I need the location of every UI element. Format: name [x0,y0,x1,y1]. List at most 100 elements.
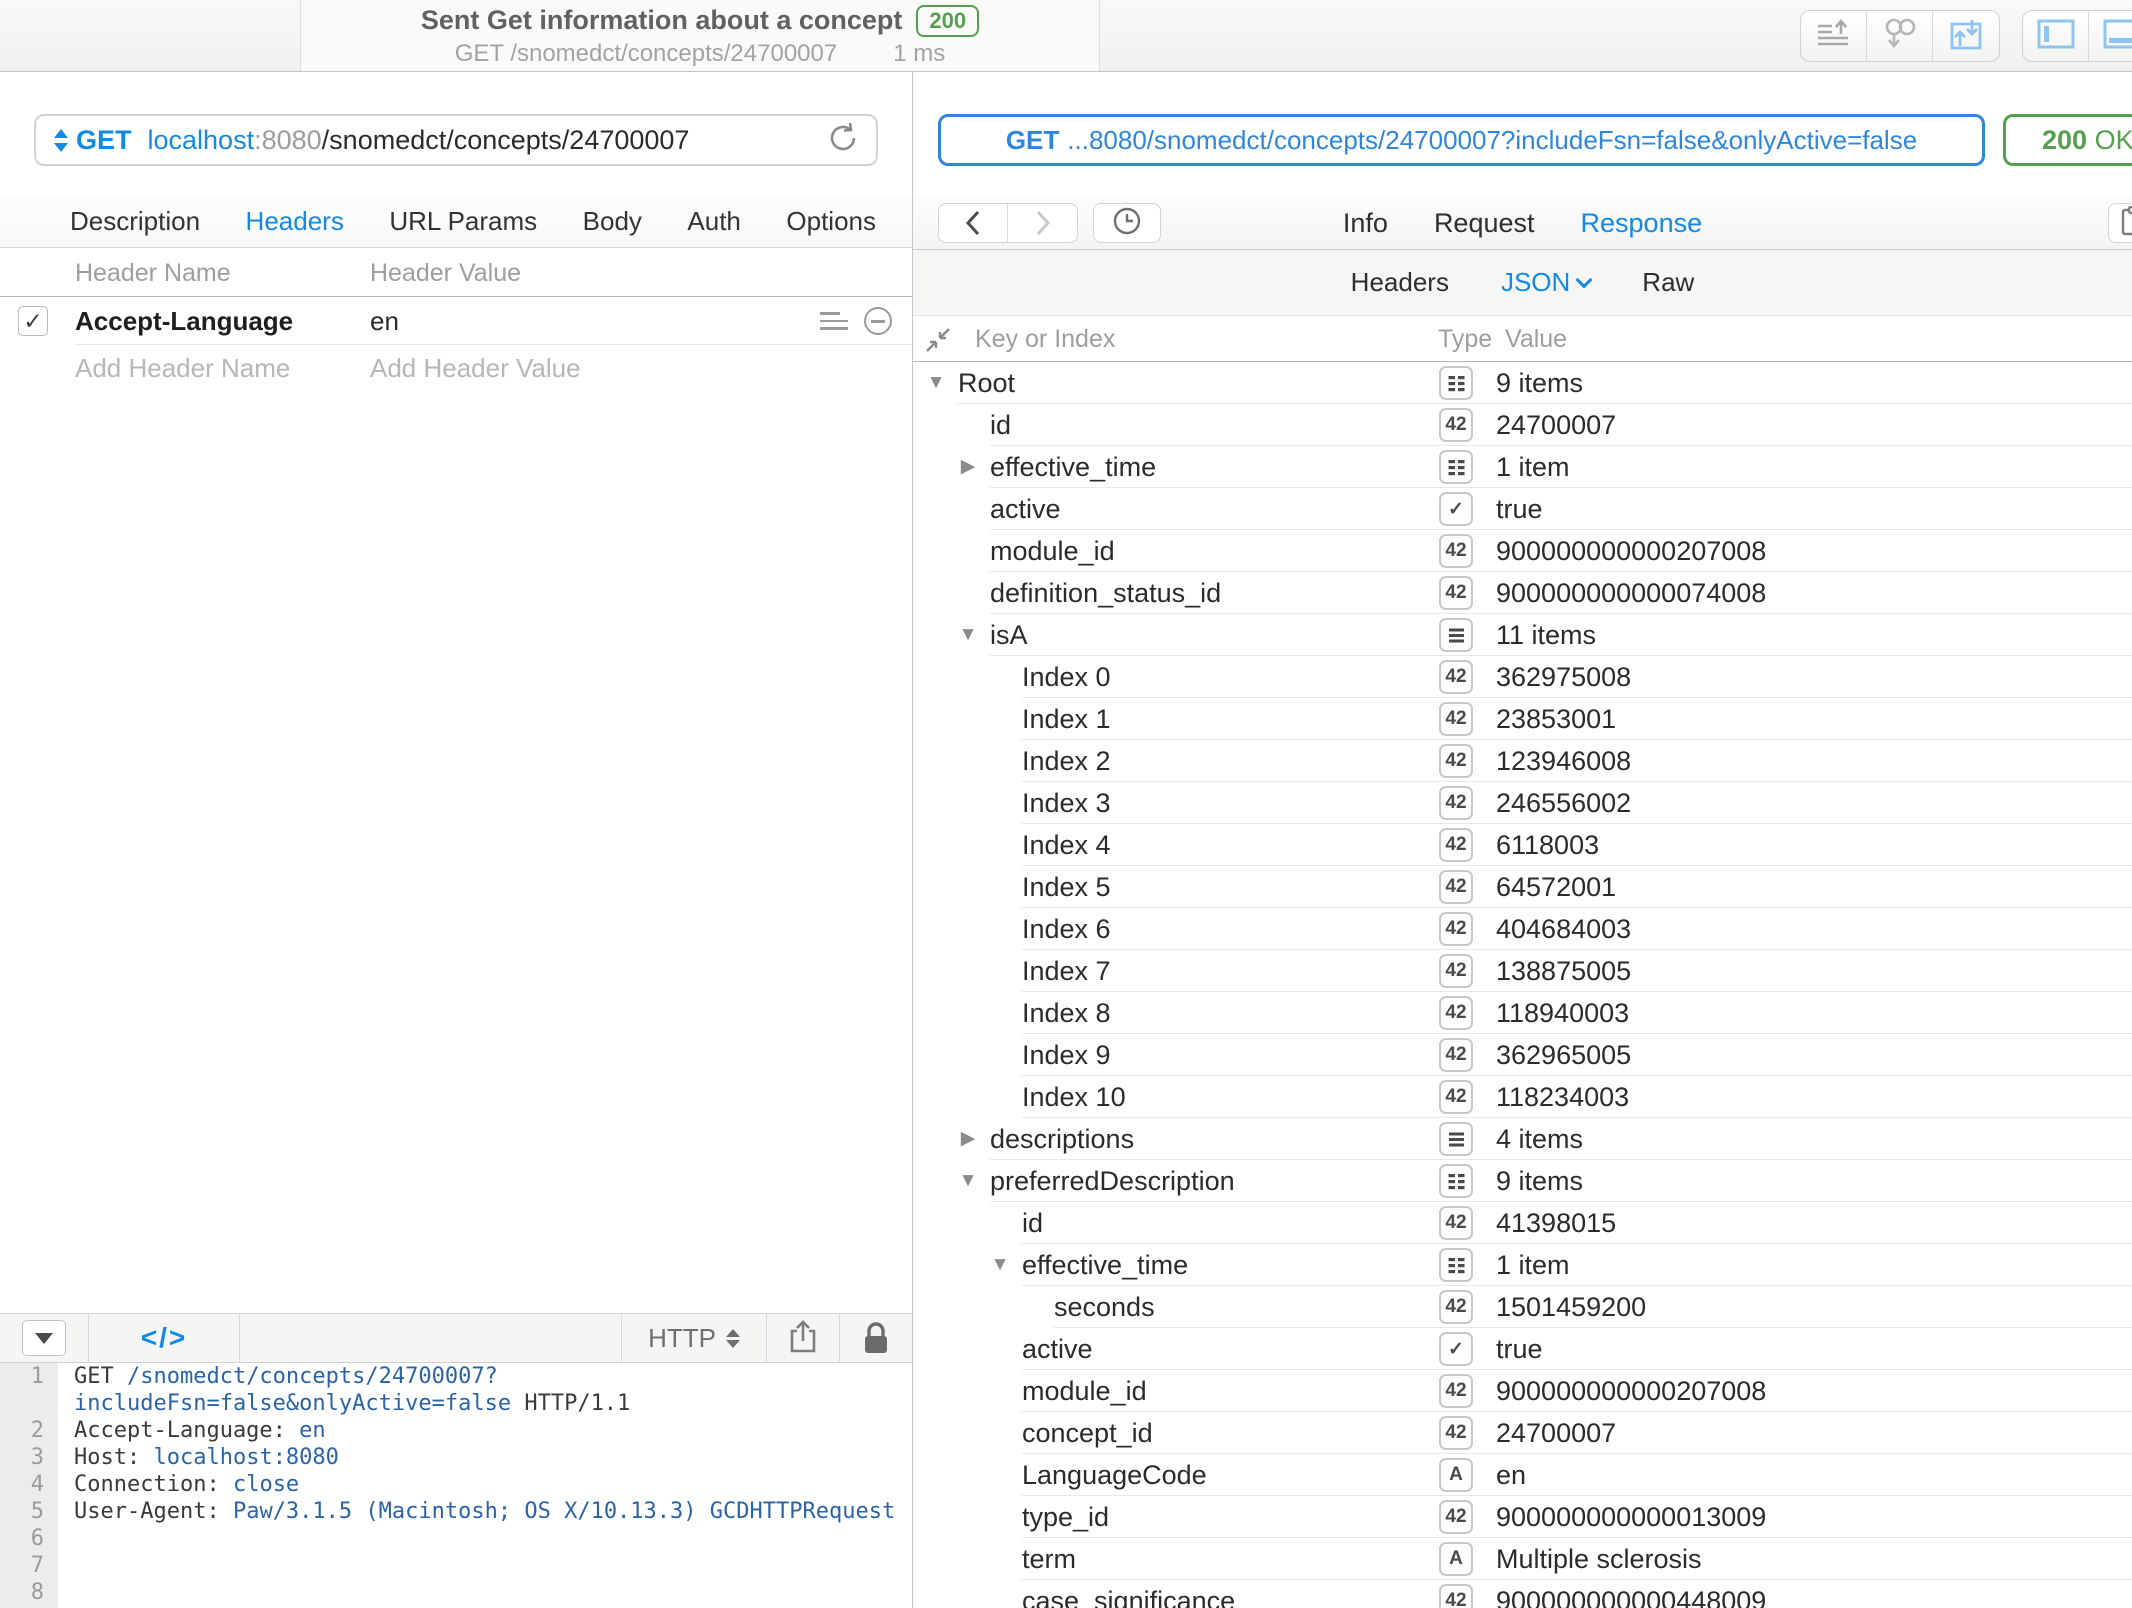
type-number-icon: 42 [1439,1290,1473,1324]
response-request-url[interactable]: GET ...8080/snomedct/concepts/24700007?in… [938,114,1985,166]
code-text: GET /snomedct/concepts/24700007? [74,1364,498,1389]
column-type: Type [1438,325,1493,353]
request-tab-bar: Description Headers URL Params Body Auth… [0,196,912,248]
tab-request[interactable]: Request [1434,208,1535,239]
toggle-bottom-panel-button[interactable] [2089,11,2132,61]
request-url-bar[interactable]: GET localhost:8080/snomedct/concepts/247… [34,114,878,166]
request-summary-line2: GET /snomedct/concepts/24700007 1 ms [455,39,945,69]
copy-response-button[interactable] [2108,203,2132,243]
tree-row[interactable]: Index 5 42 64572001 [913,866,2132,908]
code-line[interactable]: 4 Connection: close [0,1471,912,1498]
tree-row[interactable]: ▼ isA 11 items [913,614,2132,656]
tab-headers[interactable]: Headers [246,206,344,237]
header-name-cell[interactable]: Accept-Language [75,297,293,345]
tree-row[interactable]: concept_id 42 24700007 [913,1412,2132,1454]
status-text: OK [2087,124,2132,155]
tab-options[interactable]: Options [786,206,876,237]
add-header-value-field[interactable]: Add Header Value [370,345,581,391]
refresh-icon[interactable] [828,122,858,159]
code-format-select[interactable]: HTTP [622,1314,766,1362]
tab-response[interactable]: Response [1581,208,1703,239]
add-header-row[interactable]: Add Header Name Add Header Value [0,345,912,391]
code-view-button[interactable]: </> [89,1314,239,1362]
type-number-icon: 42 [1439,786,1473,820]
method-stepper-icon[interactable] [54,128,68,152]
tree-row[interactable]: id 42 41398015 [913,1202,2132,1244]
tree-row[interactable]: Index 8 42 118940003 [913,992,2132,1034]
tree-row[interactable]: ▼ preferredDescription 9 items [913,1160,2132,1202]
tab-resp-json[interactable]: JSON [1501,267,1593,298]
http-request-preview[interactable]: 1 GET /snomedct/concepts/24700007? include… [0,1363,912,1608]
tree-row[interactable]: active ✓ true [913,488,2132,530]
tree-row[interactable]: Index 2 42 123946008 [913,740,2132,782]
header-enabled-checkbox[interactable]: ✓ [18,306,48,336]
tree-row[interactable]: term A Multiple sclerosis [913,1538,2132,1580]
table-row[interactable]: ✓ Accept-Language en [0,297,912,345]
code-line[interactable]: 6 [0,1525,912,1552]
back-button[interactable] [939,204,1008,242]
remove-row-icon[interactable] [864,307,892,335]
tab-resp-raw[interactable]: Raw [1642,267,1694,298]
history-button[interactable] [1093,203,1161,243]
tree-row[interactable]: active ✓ true [913,1328,2132,1370]
disclosure-collapsed-icon[interactable]: ▶ [956,1118,980,1160]
code-line[interactable]: 1 GET /snomedct/concepts/24700007? [0,1363,912,1390]
tree-row[interactable]: Index 1 42 23853001 [913,698,2132,740]
send-receive-button[interactable] [1933,11,1999,61]
sync-loop-down-icon [1882,17,1918,56]
tree-row[interactable]: module_id 42 900000000000207008 [913,1370,2132,1412]
tree-row[interactable]: Index 9 42 362965005 [913,1034,2132,1076]
tab-url-params[interactable]: URL Params [389,206,537,237]
import-button[interactable] [1867,11,1933,61]
tab-info[interactable]: Info [1343,208,1388,239]
tree-row[interactable]: definition_status_id 42 900000000000074008 [913,572,2132,614]
tab-resp-headers[interactable]: Headers [1351,267,1449,298]
line-number: 8 [30,1580,44,1605]
code-line[interactable]: 8 [0,1579,912,1606]
tree-row[interactable]: Index 7 42 138875005 [913,950,2132,992]
tab-body[interactable]: Body [583,206,642,237]
disclosure-expanded-icon[interactable]: ▼ [924,362,948,404]
tree-row[interactable]: ▼ Root 9 items [913,362,2132,404]
tree-row[interactable]: Index 6 42 404684003 [913,908,2132,950]
tree-row[interactable]: type_id 42 900000000000013009 [913,1496,2132,1538]
export-button[interactable] [1801,11,1867,61]
preview-collapse-button[interactable] [0,1314,88,1362]
forward-button[interactable] [1008,204,1077,242]
header-value-cell[interactable]: en [370,297,399,345]
tree-row[interactable]: ▼ effective_time 1 item [913,1244,2132,1286]
code-line[interactable]: 2 Accept-Language: en [0,1417,912,1444]
code-line[interactable]: 3 Host: localhost:8080 [0,1444,912,1471]
disclosure-expanded-icon[interactable]: ▼ [956,1160,980,1202]
disclosure-expanded-icon[interactable]: ▼ [988,1244,1012,1286]
tree-row[interactable]: id 42 24700007 [913,404,2132,446]
tree-row[interactable]: Index 3 42 246556002 [913,782,2132,824]
code-line[interactable]: 5 User-Agent: Paw/3.1.5 (Macintosh; OS X/… [0,1498,912,1525]
tab-description[interactable]: Description [70,206,200,237]
tree-row[interactable]: Index 10 42 118234003 [913,1076,2132,1118]
chevron-down-icon [1575,271,1593,288]
add-header-name-field[interactable]: Add Header Name [75,345,290,391]
tree-row[interactable]: Index 4 42 6118003 [913,824,2132,866]
disclosure-collapsed-icon[interactable]: ▶ [956,446,980,488]
lock-icon[interactable] [840,1314,912,1362]
code-line[interactable]: 7 [0,1552,912,1579]
tree-row[interactable]: seconds 42 1501459200 [913,1286,2132,1328]
share-button[interactable] [767,1314,839,1362]
tree-row[interactable]: ▶ effective_time 1 item [913,446,2132,488]
type-number-icon: 42 [1439,1038,1473,1072]
tree-row[interactable]: Index 0 42 362975008 [913,656,2132,698]
row-options-icon[interactable] [820,307,848,335]
tree-row[interactable]: case_significance 42 900000000000448009 [913,1580,2132,1608]
toggle-left-sidebar-button[interactable] [2023,11,2089,61]
code-line[interactable]: includeFsn=false&onlyActive=false HTTP/1… [0,1390,912,1417]
tab-auth[interactable]: Auth [687,206,741,237]
request-method[interactable]: GET [76,125,132,156]
tree-row[interactable]: LanguageCode Aen [913,1454,2132,1496]
tree-row[interactable]: ▶ descriptions 4 items [913,1118,2132,1160]
tree-row[interactable]: module_id 42 900000000000207008 [913,530,2132,572]
disclosure-expanded-icon[interactable]: ▼ [956,614,980,656]
type-number-icon: 42 [1439,702,1473,736]
type-number-icon: 42 [1439,576,1473,610]
tree-key: LanguageCode [1022,1460,1207,1490]
